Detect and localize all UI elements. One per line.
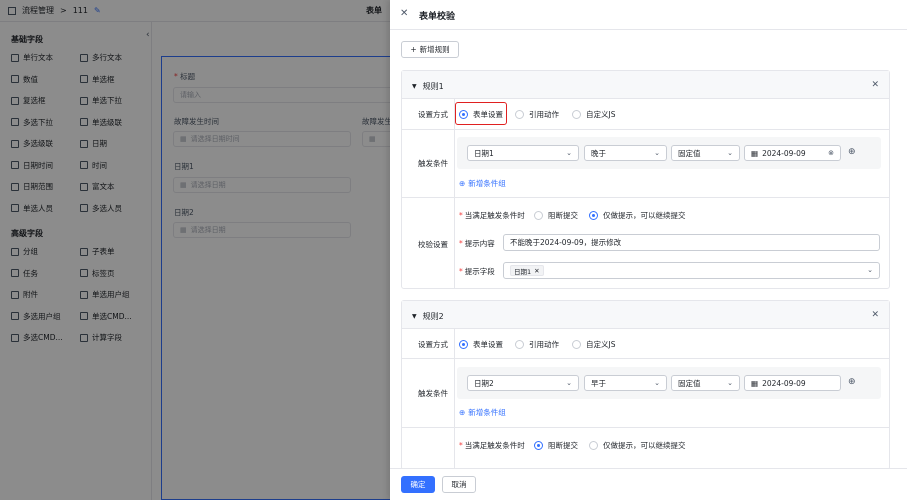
plus-icon: + <box>410 45 417 54</box>
drawer-header: ✕ 表单校验 <box>390 0 907 30</box>
radio-checked-icon <box>534 441 543 450</box>
radio-icon <box>572 340 581 349</box>
chevron-down-icon: ⌄ <box>566 149 572 157</box>
condition-date-input[interactable]: ▦ 2024-09-09 <box>744 375 841 391</box>
radio-icon <box>589 441 598 450</box>
drawer-title: 表单校验 <box>419 12 456 22</box>
field-tag: 日期1 ✕ <box>510 265 544 276</box>
mode-custom-js[interactable]: 自定义JS <box>572 339 615 350</box>
column-divider <box>454 329 455 471</box>
hint-fields-select[interactable]: 日期1 ✕ ⌄ <box>503 262 880 279</box>
radio-icon <box>534 211 543 220</box>
rule-title: 规则1 <box>422 82 444 91</box>
mode-reference-action[interactable]: 引用动作 <box>515 109 559 120</box>
condition-type-select[interactable]: 固定值 ⌄ <box>671 145 740 161</box>
column-divider <box>454 99 455 289</box>
add-condition-icon[interactable]: ⊕ <box>848 147 856 157</box>
rule-card: ▼ 规则2 ✕ 设置方式 表单设置 引用动作 自定义JS 触发条件 日期2 ⌄ 早于… <box>401 300 890 471</box>
confirm-button[interactable]: 确定 <box>401 476 435 493</box>
condition-type-select[interactable]: 固定值 ⌄ <box>671 375 740 391</box>
tag-close-icon[interactable]: ✕ <box>534 267 539 275</box>
form-validation-drawer: ✕ 表单校验 + 新增规则 ▼ 规则1 ✕ 设置方式 表单设置 引用动作 自定义JS… <box>390 0 907 500</box>
clear-icon[interactable]: ⊗ <box>828 149 834 157</box>
add-rule-button[interactable]: + 新增规则 <box>401 41 459 58</box>
caret-down-icon[interactable]: ▼ <box>412 83 417 90</box>
plus-circle-icon: ⊕ <box>459 408 466 417</box>
check-settings-label: 校验设置 <box>418 240 448 249</box>
mode-form-setting[interactable]: 表单设置 <box>459 109 503 120</box>
hint-fields-label: * 提示字段 <box>459 267 495 276</box>
option-block-submit[interactable]: 阻断提交 <box>534 210 578 221</box>
radio-icon <box>515 110 524 119</box>
option-hint-only[interactable]: 仅做提示，可以继续提交 <box>589 210 686 221</box>
calendar-icon: ▦ <box>751 148 759 158</box>
close-icon[interactable]: ✕ <box>871 310 879 320</box>
chevron-down-icon: ⌄ <box>727 379 733 387</box>
radio-checked-icon <box>459 340 468 349</box>
radio-checked-icon <box>589 211 598 220</box>
row-divider <box>402 358 889 359</box>
radio-icon <box>515 340 524 349</box>
close-icon[interactable]: ✕ <box>871 80 879 90</box>
chevron-down-icon: ⌄ <box>654 149 660 157</box>
option-hint-only[interactable]: 仅做提示，可以继续提交 <box>589 440 686 451</box>
row-divider <box>402 427 889 428</box>
when-triggered-label: * 当满足触发条件时 <box>459 441 525 450</box>
mode-reference-action[interactable]: 引用动作 <box>515 339 559 350</box>
row-divider <box>402 129 889 130</box>
add-condition-icon[interactable]: ⊕ <box>848 377 856 387</box>
plus-circle-icon: ⊕ <box>459 179 466 188</box>
chevron-down-icon: ⌄ <box>867 266 873 274</box>
add-condition-group-button[interactable]: ⊕ 新增条件组 <box>459 178 506 189</box>
mode-form-setting[interactable]: 表单设置 <box>459 339 503 350</box>
trigger-label: 触发条件 <box>418 159 448 168</box>
rule-title: 规则2 <box>422 312 444 321</box>
option-block-submit[interactable]: 阻断提交 <box>534 440 578 451</box>
mode-label: 设置方式 <box>418 340 448 349</box>
radio-checked-icon <box>459 110 468 119</box>
radio-icon <box>572 110 581 119</box>
condition-operator-select[interactable]: 早于 ⌄ <box>584 375 667 391</box>
add-condition-group-button[interactable]: ⊕ 新增条件组 <box>459 407 506 418</box>
row-divider <box>402 197 889 198</box>
caret-down-icon[interactable]: ▼ <box>412 313 417 320</box>
trigger-label: 触发条件 <box>418 389 448 398</box>
condition-group: 日期1 ⌄ 晚于 ⌄ 固定值 ⌄ ▦ 2024-09-09 ⊗ ⊕ <box>457 137 881 169</box>
chevron-down-icon: ⌄ <box>654 379 660 387</box>
condition-operator-select[interactable]: 晚于 ⌄ <box>584 145 667 161</box>
chevron-down-icon: ⌄ <box>566 379 572 387</box>
when-triggered-label: * 当满足触发条件时 <box>459 211 525 220</box>
rule-header: ▼ 规则1 ✕ <box>402 71 889 99</box>
rule-card: ▼ 规则1 ✕ 设置方式 表单设置 引用动作 自定义JS 触发条件 日期1 ⌄ 晚于… <box>401 70 890 289</box>
chevron-down-icon: ⌄ <box>727 149 733 157</box>
condition-field-select[interactable]: 日期2 ⌄ <box>467 375 579 391</box>
condition-group: 日期2 ⌄ 早于 ⌄ 固定值 ⌄ ▦ 2024-09-09 ⊕ <box>457 367 881 399</box>
condition-field-select[interactable]: 日期1 ⌄ <box>467 145 579 161</box>
condition-date-input[interactable]: ▦ 2024-09-09 ⊗ <box>744 145 841 161</box>
calendar-icon: ▦ <box>751 378 759 388</box>
message-input[interactable]: 不能晚于2024-09-09，提示修改 <box>503 234 880 251</box>
mode-label: 设置方式 <box>418 110 448 119</box>
cancel-button[interactable]: 取消 <box>442 476 476 493</box>
mode-custom-js[interactable]: 自定义JS <box>572 109 615 120</box>
message-label: * 提示内容 <box>459 239 495 248</box>
rule-header: ▼ 规则2 ✕ <box>402 301 889 329</box>
modal-overlay[interactable] <box>0 0 390 500</box>
close-icon[interactable]: ✕ <box>400 8 408 19</box>
drawer-footer: 确定 取消 <box>390 468 907 500</box>
